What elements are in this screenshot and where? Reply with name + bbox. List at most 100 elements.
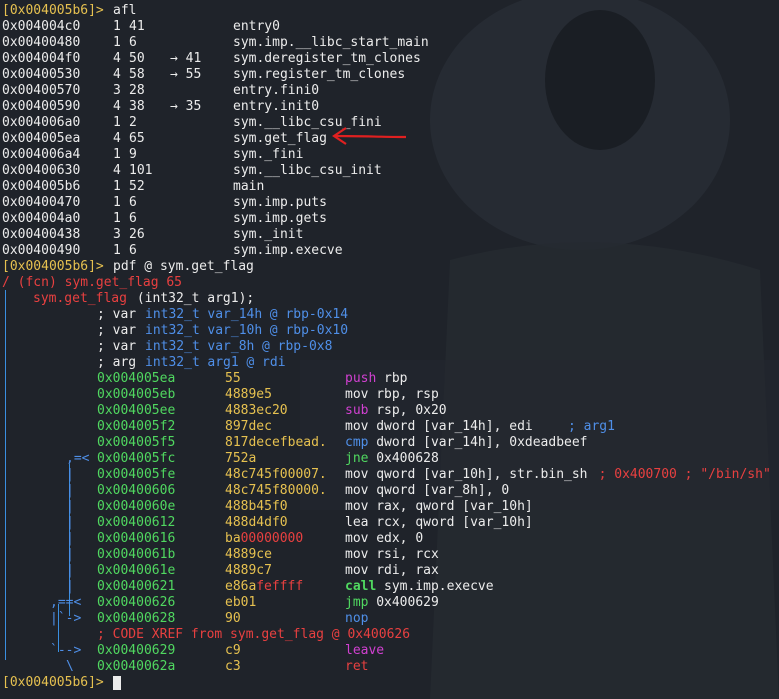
signature-args: (int32_t arg1); [129, 291, 255, 306]
function-nbbs: 4 [113, 67, 121, 82]
instruction-address: 0x00400628 [97, 611, 176, 626]
flow-arrow: \ [66, 659, 74, 674]
var-location: @ rbp-0x14 [269, 307, 349, 322]
instruction-address: 0x0040061b [97, 547, 176, 562]
function-name: sym.imp.puts [233, 195, 327, 210]
function-address: 0x00400490 [2, 243, 81, 258]
instruction-operands: dword [var_14h], edi [376, 419, 533, 434]
var-type: int32_t [145, 323, 200, 338]
function-size: 6 [129, 243, 137, 258]
instruction-mnemonic: lea [345, 515, 369, 530]
instruction-mnemonic: jne [345, 451, 369, 466]
function-address: 0x00400630 [2, 163, 81, 178]
instruction-operands: rbp, rsp [376, 387, 439, 402]
flow-arrow: | [66, 515, 74, 530]
function-name: sym.imp.execve [233, 243, 343, 258]
var-location: @ rbp-0x10 [269, 323, 349, 338]
instruction-address: 0x0040060e [97, 499, 176, 514]
var-type: int32_t [145, 339, 200, 354]
function-name: sym.get_flag [233, 131, 327, 146]
instruction-address: 0x0040062a [97, 659, 176, 674]
instruction-operands: sym.imp.execve [384, 579, 494, 594]
instruction-operands: rbp [384, 371, 408, 386]
instruction-comment: ; 0x400700 ; "/bin/sh" [598, 467, 771, 482]
instruction-bytes: 488d4df0 [225, 515, 288, 530]
function-name: entry.init0 [233, 99, 320, 114]
command: afl [113, 3, 137, 18]
function-size: 2 [129, 115, 137, 130]
function-nbbs: 1 [113, 147, 121, 162]
function-nbbs: 4 [113, 99, 121, 114]
instruction-operands: rax, qword [var_10h] [376, 499, 533, 514]
function-bracket-line [5, 290, 6, 660]
instruction-bytes-ext: 00000000 [240, 531, 304, 546]
instruction-mnemonic: mov [345, 547, 369, 562]
instruction-bytes: 90 [225, 611, 241, 626]
function-size: 101 [129, 163, 153, 178]
terminal-window[interactable]: [0x004005b6]> afl 0x004004c0 1 41 entry0 0x004… [0, 0, 779, 699]
function-name: entry0 [233, 19, 280, 34]
flow-arrow: | [66, 547, 74, 562]
function-nbbs: 1 [113, 243, 121, 258]
var-kind: ; var [97, 323, 144, 338]
function-size: 58 [129, 67, 145, 82]
instruction-bytes: 897dec [225, 419, 272, 434]
function-size: 9 [129, 147, 137, 162]
function-nbbs: 3 [113, 227, 121, 242]
instruction-operands: 0x400629 [376, 595, 439, 610]
instruction-mnemonic: ret [345, 659, 369, 674]
instruction-mnemonic: mov [345, 467, 369, 482]
function-name: sym._fini [233, 147, 304, 162]
function-name: sym._init [233, 227, 304, 242]
function-address: 0x00400470 [2, 195, 81, 210]
function-address: 0x004005b6 [2, 179, 81, 194]
function-address: 0x004004c0 [2, 19, 81, 34]
function-name: sym.__libc_csu_init [233, 163, 382, 178]
instruction-address: 0x004005ee [97, 403, 176, 418]
function-name: sym.deregister_tm_clones [233, 51, 421, 66]
instruction-mnemonic: mov [345, 563, 369, 578]
function-size: 41 [129, 19, 145, 34]
function-xref: → 41 [170, 51, 202, 66]
var-name: var_8h [207, 339, 255, 354]
function-nbbs: 1 [113, 211, 121, 226]
function-size: 6 [129, 211, 137, 226]
function-size: 52 [129, 179, 145, 194]
var-kind: ; arg [97, 355, 144, 370]
instruction-operands: dword [var_14h], 0xdeadbeef [376, 435, 588, 450]
flow-arrow: `--> [50, 643, 82, 658]
function-name: sym.imp.__libc_start_main [233, 35, 429, 50]
instruction-address: 0x004005f2 [97, 419, 176, 434]
function-address: 0x004004a0 [2, 211, 81, 226]
function-size: 6 [129, 35, 137, 50]
code-xref: ; CODE XREF from sym.get_flag @ 0x400626 [97, 627, 411, 642]
function-size: 6 [129, 195, 137, 210]
function-nbbs: 1 [113, 179, 121, 194]
function-nbbs: 1 [113, 115, 121, 130]
instruction-operands: edx, 0 [376, 531, 424, 546]
prompt: [0x004005b6]> [2, 3, 104, 18]
var-location: @ rbp-0x8 [262, 339, 333, 354]
flow-arrow: | [66, 483, 74, 498]
text-cursor[interactable] [113, 676, 121, 690]
var-type: int32_t [145, 307, 200, 322]
instruction-address: 0x004005eb [97, 387, 176, 402]
function-nbbs: 4 [113, 51, 121, 66]
function-xref: → 55 [170, 67, 202, 82]
instruction-bytes: 4889ce [225, 547, 272, 562]
instruction-mnemonic: sub [345, 403, 369, 418]
instruction-mnemonic: mov [345, 419, 369, 434]
function-address: 0x004004f0 [2, 51, 81, 66]
function-size: 65 [129, 131, 145, 146]
prompt: [0x004005b6]> [2, 675, 104, 690]
var-kind: ; var [97, 307, 144, 322]
flow-arrow: ,==< [50, 595, 82, 610]
function-name: sym.imp.gets [233, 211, 327, 226]
instruction-mnemonic: mov [345, 483, 369, 498]
instruction-mnemonic: push [345, 371, 377, 386]
var-location: @ rdi [246, 355, 286, 370]
instruction-operands: rsp, 0x20 [376, 403, 447, 418]
instruction-bytes: 4883ec20 [225, 403, 288, 418]
instruction-operands: rcx, qword [var_10h] [376, 515, 533, 530]
signature-name: sym.get_flag [33, 291, 127, 306]
